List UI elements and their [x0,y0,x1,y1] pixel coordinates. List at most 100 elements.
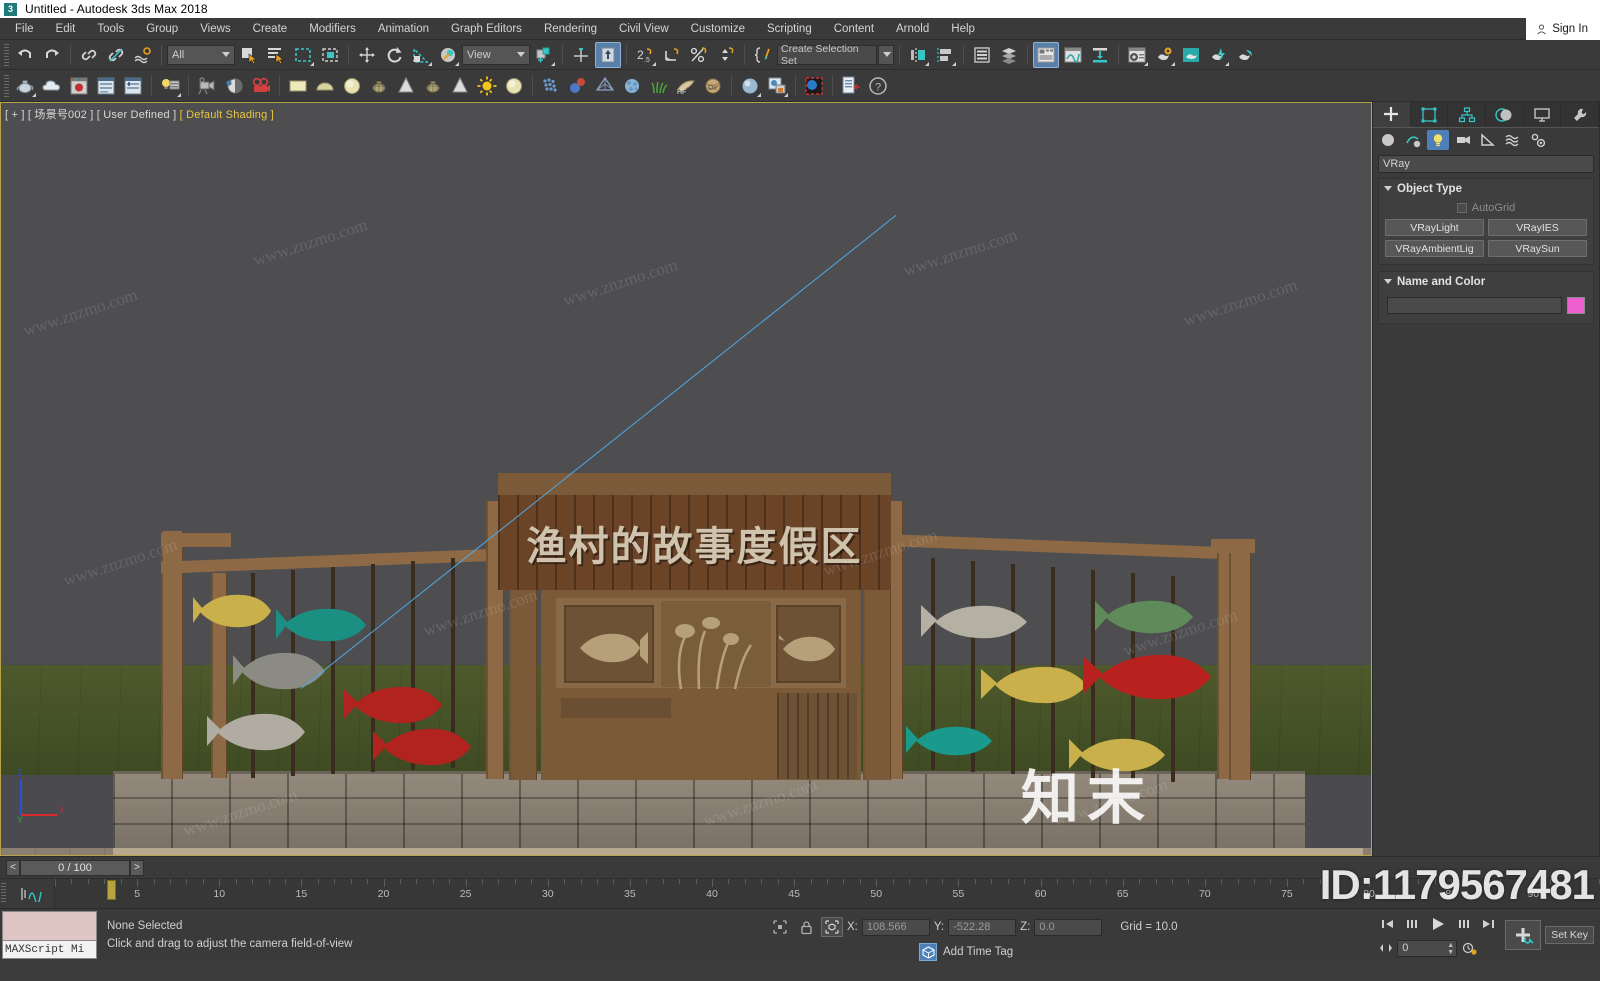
next-key-icon[interactable] [1453,914,1475,934]
restrict-to-z-icon[interactable] [595,41,621,68]
object-type-header[interactable]: Object Type [1379,179,1593,198]
menu-civil-view[interactable]: Civil View [608,21,680,37]
current-frame-spinner[interactable]: 0 ▲ ▼ [1397,939,1458,957]
toggle-ribbon-icon[interactable] [1033,41,1059,68]
sphere3-icon[interactable] [737,73,763,99]
menu-content[interactable]: Content [823,21,885,37]
hierarchy-tab[interactable] [1448,102,1487,127]
play-animation-icon[interactable] [1425,913,1451,935]
select-link-icon[interactable] [76,42,102,68]
trackbar-grip[interactable] [1,883,6,904]
video-post-icon[interactable] [248,73,274,99]
set-key-button[interactable] [1505,920,1542,950]
motion-tab[interactable] [1486,102,1524,127]
object-color-swatch[interactable] [1567,297,1585,314]
use-selection-center-icon[interactable] [568,42,594,68]
spinner-snap-toggle-icon[interactable] [713,42,739,68]
autogrid-checkbox[interactable] [1456,203,1467,213]
named-selection-set-field[interactable]: Create Selection Set [777,43,877,67]
vraysun-button[interactable]: VRaySun [1488,240,1587,257]
light-lister-icon[interactable] [157,73,183,99]
time-slider-handle[interactable] [107,880,116,900]
maxscript-input-pane[interactable]: MAXScript Mi [3,941,96,958]
vraylight-button[interactable]: VRayLight [1385,219,1484,236]
render-production-icon[interactable] [1205,42,1231,68]
layer-explorer-icon[interactable] [969,42,995,68]
render-region-icon[interactable] [801,73,827,99]
angle-snap-toggle-icon[interactable] [659,42,685,68]
ornatrix-icon[interactable]: Ox [700,73,726,99]
scene-converter-icon[interactable] [838,73,864,99]
plane-icon[interactable] [285,73,311,99]
menu-create[interactable]: Create [242,21,299,37]
prev-frame-button[interactable]: < [6,859,20,876]
menu-modifiers[interactable]: Modifiers [298,21,367,37]
camera-icon[interactable] [194,73,220,99]
cone-icon[interactable] [393,73,419,99]
shapes-icon[interactable] [1402,130,1424,150]
map-browser-icon[interactable] [764,73,790,99]
geometry-icon[interactable] [1377,130,1399,150]
select-object-icon[interactable] [236,42,262,68]
select-and-rotate-icon[interactable] [381,42,407,68]
name-and-color-header[interactable]: Name and Color [1379,272,1593,291]
vrayambientlight-button[interactable]: VRayAmbientLig [1385,240,1484,257]
helpers-icon[interactable] [1477,130,1499,150]
toolbar-grip[interactable] [4,74,9,97]
menu-group[interactable]: Group [135,21,189,37]
timeline-ruler[interactable]: 5 10 15 20 25 30 35 40 45 50 55 60 65 70 75 80 85 90 [55,879,1600,908]
menu-edit[interactable]: Edit [45,21,87,37]
object-category-dropdown[interactable]: VRay [1378,155,1594,173]
bind-space-warp-icon[interactable] [130,42,156,68]
isolate-selection-icon[interactable] [821,917,843,937]
cameras-icon[interactable] [1452,130,1474,150]
maxscript-mini-listener[interactable]: MAXScript Mi [2,911,97,959]
reference-coord-dropdown[interactable]: View [462,44,530,65]
menu-animation[interactable]: Animation [367,21,440,37]
select-and-move-icon[interactable] [354,42,380,68]
menu-rendering[interactable]: Rendering [533,21,608,37]
utilities-tab[interactable] [1561,102,1600,127]
spacewarp-icon[interactable] [592,73,618,99]
menu-customize[interactable]: Customize [680,21,756,37]
create-tab[interactable] [1373,102,1411,127]
x-coord-field[interactable]: 108.566 [861,918,930,936]
window-crossing-icon[interactable] [317,42,343,68]
hair-fur-icon[interactable]: HF [673,73,699,99]
percent-snap-toggle-icon[interactable] [686,42,712,68]
open-mini-curve-editor-button[interactable] [7,879,55,908]
current-frame-field[interactable]: 0 / 100 [20,859,130,876]
time-configuration-icon[interactable] [1459,939,1479,957]
goto-end-icon[interactable] [1477,914,1499,934]
scene-explorer-icon[interactable] [996,42,1022,68]
teapot-wire-icon[interactable] [366,73,392,99]
align-icon[interactable] [932,42,958,68]
z-coord-field[interactable]: 0.0 [1034,918,1103,936]
snaps-toggle-icon[interactable]: 2.5 [632,42,658,68]
add-time-tag-label[interactable]: Add Time Tag [943,946,1013,958]
curve-editor-icon[interactable] [1060,42,1086,68]
lock-icon[interactable] [795,917,817,937]
select-and-place-icon[interactable] [435,42,461,68]
sign-in-button[interactable]: Sign In [1526,18,1600,40]
menu-help[interactable]: Help [940,21,986,37]
systems-icon[interactable] [1527,130,1549,150]
cloud-icon[interactable] [39,73,65,99]
vrayies-button[interactable]: VRayIES [1488,219,1587,236]
menu-graph-editors[interactable]: Graph Editors [440,21,533,37]
autogrid-row[interactable]: AutoGrid [1385,202,1587,214]
dome-icon[interactable] [312,73,338,99]
render-preview-icon[interactable] [66,73,92,99]
help-icon[interactable]: ? [865,73,891,99]
render-setup-icon[interactable] [1151,42,1177,68]
menu-arnold[interactable]: Arnold [885,21,940,37]
render-frame-window-icon[interactable] [1178,42,1204,68]
viewport-label[interactable]: [ + ] [ 场景号002 ] [ User Defined ] [ Defa… [5,106,274,122]
named-selection-set-dropdown[interactable] [878,44,894,65]
compound-icon[interactable] [565,73,591,99]
spinner-arrows-icon[interactable]: ▲ ▼ [1447,942,1454,956]
viewport[interactable]: 渔村的故事度假区 [+] [场景号002] [User Defined… [0,102,1372,856]
redo-icon[interactable] [39,42,65,68]
toolbar-grip[interactable] [4,43,9,66]
goto-start-icon[interactable] [1377,914,1399,934]
